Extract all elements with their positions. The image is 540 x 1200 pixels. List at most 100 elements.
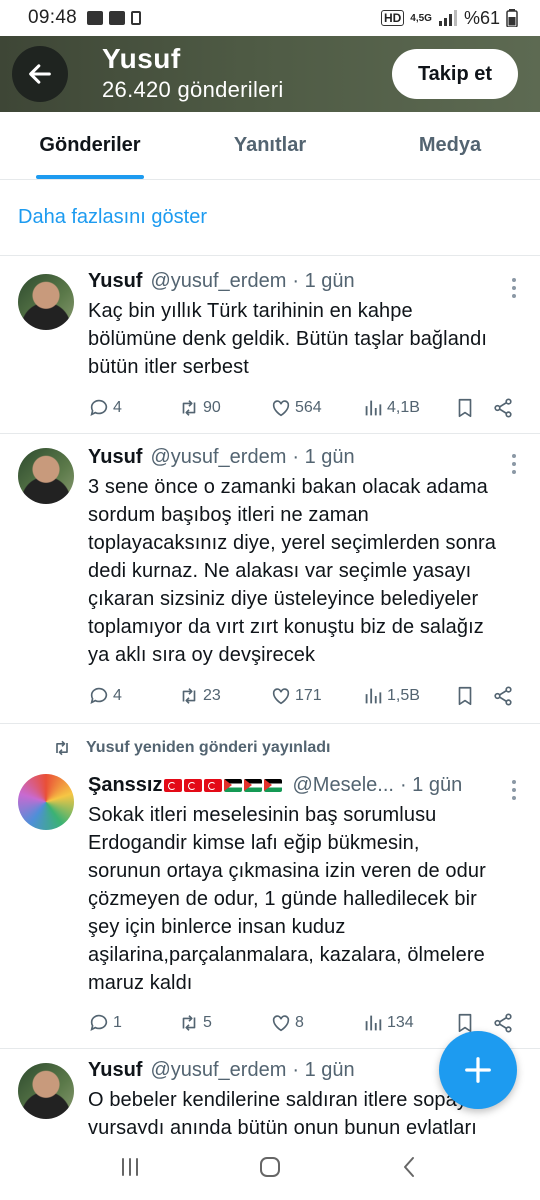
post-time[interactable]: · 1 gün <box>292 1059 354 1082</box>
reply-icon <box>90 399 108 416</box>
author-name[interactable]: Yusuf <box>88 270 142 293</box>
chevron-left-icon <box>404 1157 414 1177</box>
post-text: Sokak itleri meselesinin baş sorumlusu E… <box>88 804 486 994</box>
repost-count: 23 <box>203 687 221 704</box>
share-button[interactable] <box>492 1012 522 1034</box>
like-button[interactable]: 171 <box>270 685 362 707</box>
palestine-flag-icon <box>224 779 243 793</box>
author-handle[interactable]: @Mesele... <box>292 774 393 797</box>
recent-apps-icon <box>122 1158 138 1176</box>
tab-media[interactable]: Medya <box>360 112 540 179</box>
profile-tabs: Gönderiler Yanıtlar Medya <box>0 112 540 180</box>
heart-icon <box>272 1015 290 1032</box>
post-time[interactable]: · 1 gün <box>400 774 462 797</box>
show-more-link[interactable]: Daha fazlasını göster <box>0 180 540 256</box>
reply-button[interactable]: 4 <box>88 397 178 419</box>
reply-count: 1 <box>113 1014 122 1031</box>
folder-icon <box>109 11 126 25</box>
like-count: 564 <box>295 399 322 416</box>
avatar[interactable] <box>18 774 74 830</box>
reply-button[interactable]: 1 <box>88 1012 178 1034</box>
views-button[interactable]: 134 <box>362 1012 454 1034</box>
views-icon <box>365 400 382 416</box>
post[interactable]: Yusuf @yusuf_erdem · 1 gün Kaç bin yıllı… <box>0 256 540 434</box>
repost-button[interactable]: 5 <box>178 1012 270 1034</box>
author-handle[interactable]: @yusuf_erdem <box>150 446 286 469</box>
heart-icon <box>272 400 290 417</box>
battery-percent: %61 <box>463 7 500 28</box>
share-button[interactable] <box>492 685 522 707</box>
repost-icon <box>182 400 196 416</box>
author-handle[interactable]: @yusuf_erdem <box>150 270 286 293</box>
battery-icon <box>506 9 518 27</box>
like-button[interactable]: 8 <box>270 1012 362 1034</box>
status-time: 09:48 <box>28 7 78 28</box>
post-count: 26.420 gönderileri <box>102 77 284 102</box>
back-nav-button[interactable] <box>390 1147 430 1187</box>
author-name[interactable]: Yusuf <box>88 1059 142 1082</box>
status-bar: 09:48 HD 4,5G %61 <box>0 0 540 36</box>
bookmark-button[interactable] <box>454 685 492 707</box>
avatar[interactable] <box>18 274 74 330</box>
bookmark-icon <box>458 686 472 706</box>
signal-icon <box>438 10 457 26</box>
avatar[interactable] <box>18 448 74 504</box>
tab-replies[interactable]: Yanıtlar <box>180 112 360 179</box>
profile-header: Yusuf 26.420 gönderileri Takip et <box>0 36 540 112</box>
share-icon <box>494 1013 512 1033</box>
phone-icon <box>131 11 142 25</box>
tab-posts[interactable]: Gönderiler <box>0 112 180 179</box>
post-time[interactable]: · 1 gün <box>292 270 354 293</box>
repost-button[interactable]: 23 <box>178 685 270 707</box>
palestine-flag-icon <box>244 779 263 793</box>
reply-button[interactable]: 4 <box>88 685 178 707</box>
author-name[interactable]: Yusuf <box>88 446 142 469</box>
reply-icon <box>90 1014 108 1031</box>
repost-icon <box>56 740 68 756</box>
follow-button[interactable]: Takip et <box>392 49 518 99</box>
plus-icon <box>465 1057 491 1083</box>
network-type: 4,5G <box>410 12 432 24</box>
repost-indicator: Yusuf yeniden gönderi yayınladı <box>52 738 331 758</box>
home-icon <box>260 1157 280 1177</box>
view-count: 1,5B <box>387 687 420 704</box>
system-nav-bar <box>0 1134 540 1200</box>
arrow-left-icon <box>29 64 51 84</box>
post-actions: 4 90 564 4,1B <box>88 395 522 421</box>
author-handle[interactable]: @yusuf_erdem <box>150 1059 286 1082</box>
reply-icon <box>90 687 108 704</box>
repost-count: 90 <box>203 399 221 416</box>
turkey-flag-icon <box>164 779 183 793</box>
post-text: Kaç bin yıllık Türk tarihinin en kahpe b… <box>88 300 488 378</box>
views-button[interactable]: 1,5B <box>362 685 454 707</box>
views-icon <box>365 1015 382 1031</box>
heart-icon <box>272 688 290 705</box>
author-name[interactable]: Şanssız <box>88 774 162 797</box>
profile-name: Yusuf <box>102 43 181 74</box>
bookmark-button[interactable] <box>454 397 492 419</box>
home-button[interactable] <box>250 1147 290 1187</box>
reply-count: 4 <box>113 687 122 704</box>
repost-button[interactable]: 90 <box>178 397 270 419</box>
avatar[interactable] <box>18 1063 74 1119</box>
view-count: 4,1B <box>387 399 420 416</box>
back-button[interactable] <box>12 46 68 102</box>
share-button[interactable] <box>492 397 522 419</box>
compose-button[interactable] <box>439 1031 517 1109</box>
share-icon <box>494 398 512 418</box>
views-button[interactable]: 4,1B <box>362 397 454 419</box>
repost-count: 5 <box>203 1014 212 1031</box>
post[interactable]: Yusuf @yusuf_erdem · 1 gün 3 sene önce o… <box>0 434 540 724</box>
palestine-flag-icon <box>264 779 283 793</box>
bookmark-icon <box>458 398 472 418</box>
post-actions: 4 23 171 1,5B <box>88 683 522 709</box>
recent-apps-button[interactable] <box>110 1147 150 1187</box>
hd-call-icon: HD <box>380 10 405 26</box>
like-button[interactable]: 564 <box>270 397 362 419</box>
share-icon <box>494 686 512 706</box>
repost-icon <box>182 1015 196 1031</box>
post-text: 3 sene önce o zamanki bakan olacak adama… <box>88 476 497 666</box>
post[interactable]: Yusuf yeniden gönderi yayınladı Şanssız … <box>0 724 540 1049</box>
turkey-flag-icon <box>184 779 203 793</box>
post-time[interactable]: · 1 gün <box>292 446 354 469</box>
